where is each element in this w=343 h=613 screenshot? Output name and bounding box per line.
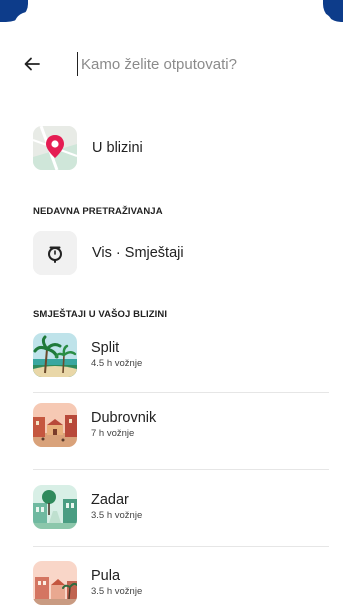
- clock-history-icon: [33, 231, 77, 275]
- recent-searches-title: NEDAVNA PRETRAŽIVANJA: [33, 206, 163, 217]
- palm-beach-icon: [33, 333, 77, 377]
- back-arrow-icon[interactable]: [22, 54, 42, 74]
- recent-search-label: Vis · Smještaji: [92, 245, 184, 261]
- destination-split[interactable]: Split 4.5 h vožnje: [33, 332, 329, 378]
- map-pin-icon: [33, 126, 77, 170]
- destination-distance: 7 h vožnje: [91, 428, 135, 439]
- nearby-label: U blizini: [92, 140, 143, 156]
- coastal-town-icon: [33, 561, 77, 605]
- divider: [33, 392, 329, 393]
- destination-name: Pula: [91, 568, 121, 584]
- search-input[interactable]: [77, 52, 301, 76]
- destination-zadar[interactable]: Zadar 3.5 h vožnje: [33, 484, 329, 530]
- search-bar: [0, 46, 343, 82]
- destination-distance: 4.5 h vožnje: [91, 358, 143, 369]
- nearby-stays-title: SMJEŠTAJI U VAŠOJ BLIZINI: [33, 309, 168, 320]
- destination-name: Split: [91, 340, 120, 356]
- destination-name: Zadar: [91, 492, 129, 508]
- recent-search-item[interactable]: Vis · Smještaji: [33, 231, 323, 275]
- nearby-option[interactable]: U blizini: [33, 126, 323, 170]
- destination-name: Dubrovnik: [91, 410, 157, 426]
- city-street-icon: [33, 485, 77, 529]
- destination-pula[interactable]: Pula 3.5 h vožnje: [33, 560, 329, 606]
- divider: [33, 469, 329, 470]
- destination-distance: 3.5 h vožnje: [91, 510, 143, 521]
- old-town-icon: [33, 403, 77, 447]
- destination-dubrovnik[interactable]: Dubrovnik 7 h vožnje: [33, 402, 329, 448]
- screen: U blizini NEDAVNA PRETRAŽIVANJA Vis · Sm…: [0, 0, 343, 613]
- destination-distance: 3.5 h vožnje: [91, 586, 143, 597]
- divider: [33, 546, 329, 547]
